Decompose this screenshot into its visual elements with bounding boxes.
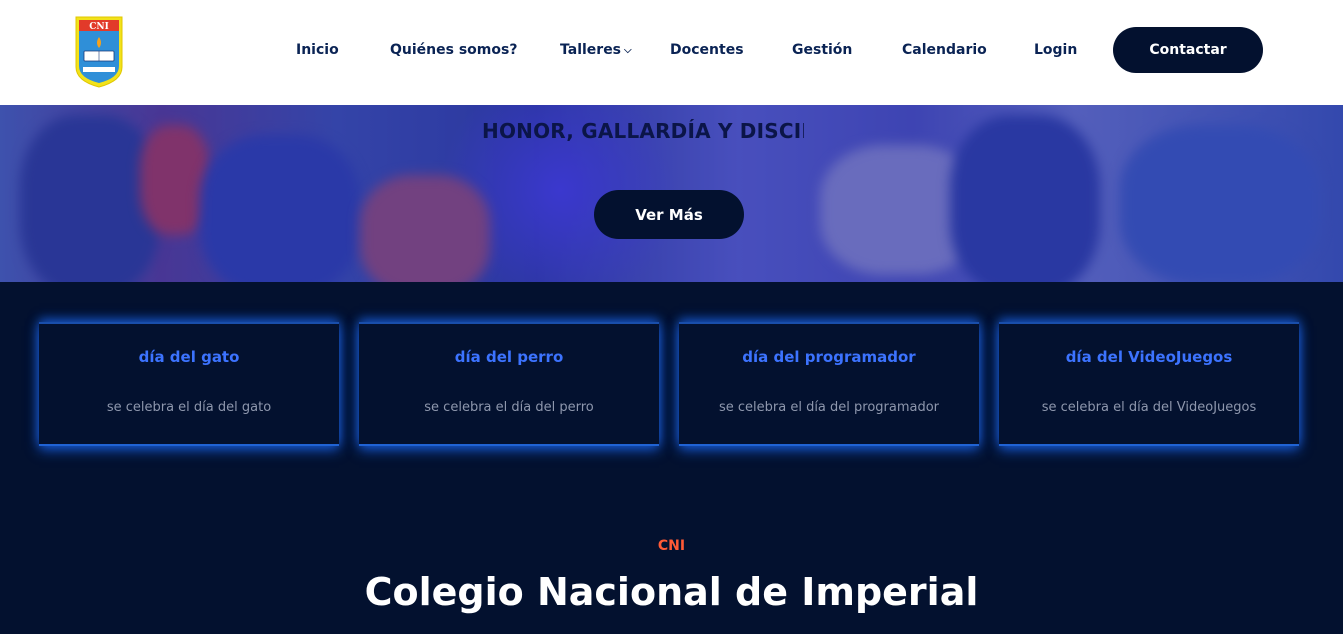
card-description: se celebra el día del perro [424,400,594,415]
card-description: se celebra el día del VideoJuegos [1041,400,1257,415]
svg-text:CNI: CNI [89,22,109,32]
event-card[interactable]: día del VideoJuegos se celebra el día de… [999,322,1299,446]
nav-talleres[interactable]: Talleres ⌵ [560,42,632,58]
section-title: Colegio Nacional de Imperial [364,570,979,614]
hero-title: HONOR, GALLARDÍA Y DISCIP [482,119,804,143]
nav-calendario[interactable]: Calendario [902,42,987,58]
nav-docentes[interactable]: Docentes [670,42,744,58]
ver-mas-button[interactable]: Ver Más [594,190,744,239]
nav-login[interactable]: Login [1034,42,1077,58]
card-title: día del programador [742,348,916,366]
nav-talleres-label: Talleres [560,42,622,58]
hero-banner: HONOR, GALLARDÍA Y DISCIP Ver Más [0,105,1343,282]
chevron-down-icon: ⌵ [624,45,632,56]
card-description: se celebra el día del gato [106,400,272,415]
card-title: día del perro [454,348,564,366]
card-description: se celebra el día del programador [718,400,940,415]
section-eyebrow: CNI [657,538,686,554]
nav-inicio[interactable]: Inicio [296,42,339,58]
card-title: día del VideoJuegos [1065,348,1233,366]
event-card[interactable]: día del perro se celebra el día del perr… [359,322,659,446]
site-header: CNI Inicio Quiénes somos? Talleres ⌵ Doce… [0,0,1343,105]
school-crest-logo[interactable]: CNI [74,15,124,88]
contactar-button[interactable]: Contactar [1113,27,1263,73]
event-card[interactable]: día del programador se celebra el día de… [679,322,979,446]
event-card[interactable]: día del gato se celebra el día del gato [39,322,339,446]
card-title: día del gato [138,348,240,366]
nav-quienes-somos[interactable]: Quiénes somos? [390,42,517,58]
nav-gestion[interactable]: Gestión [792,42,852,58]
